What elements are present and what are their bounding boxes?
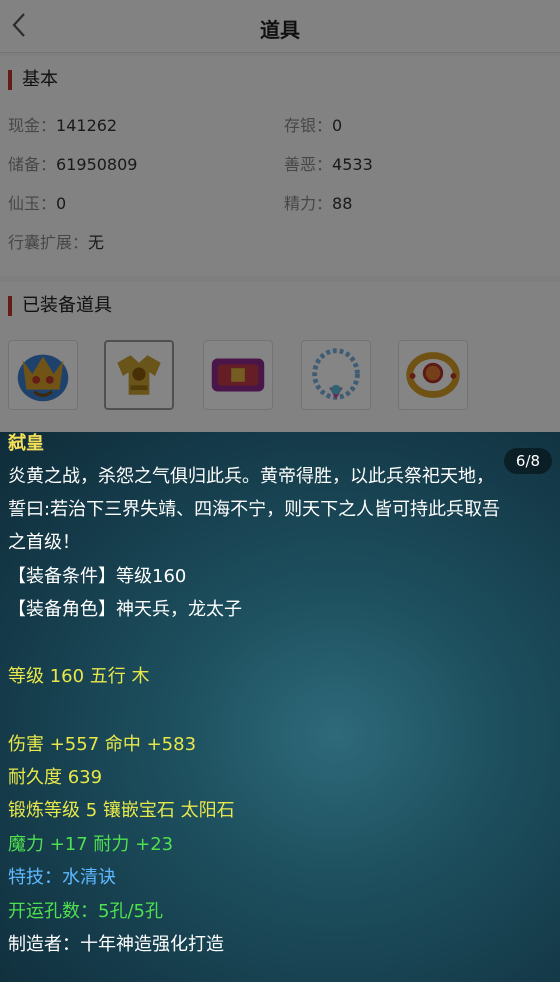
item-desc-line1: 炎黄之战，杀怨之气俱归此兵。黄帝得胜，以此兵祭祀天地， — [8, 466, 494, 487]
equip-role: 【装备角色】神天兵，龙太子 — [8, 599, 242, 620]
item-maker: 制造者：十年神造强化打造 — [8, 934, 224, 955]
item-durability: 耐久度 639 — [8, 767, 103, 788]
item-skill: 特技：水清诀 — [8, 867, 116, 888]
item-desc-line2: 誓曰:若治下三界失靖、四海不宁，则天下之人皆可持此兵取吾 — [8, 499, 501, 520]
dim-overlay[interactable] — [0, 0, 560, 432]
item-name: 弑皇 — [8, 433, 44, 454]
item-magic: 魔力 +17 耐力 +23 — [8, 834, 174, 855]
equip-condition: 【装备条件】等级160 — [8, 566, 187, 587]
item-attack: 伤害 +557 命中 +583 — [8, 734, 197, 755]
item-forge: 锻炼等级 5 镶嵌宝石 太阳石 — [8, 800, 235, 821]
page-indicator: 6/8 — [504, 448, 552, 474]
item-level: 等级 160 五行 木 — [8, 666, 150, 687]
item-desc-line3: 之首级！ — [8, 532, 80, 553]
app-page: 道具 基本 现金：141262 存银：0 储备：61950809 善恶：4533… — [0, 0, 560, 982]
item-holes: 开运孔数：5孔/5孔 — [8, 901, 163, 922]
